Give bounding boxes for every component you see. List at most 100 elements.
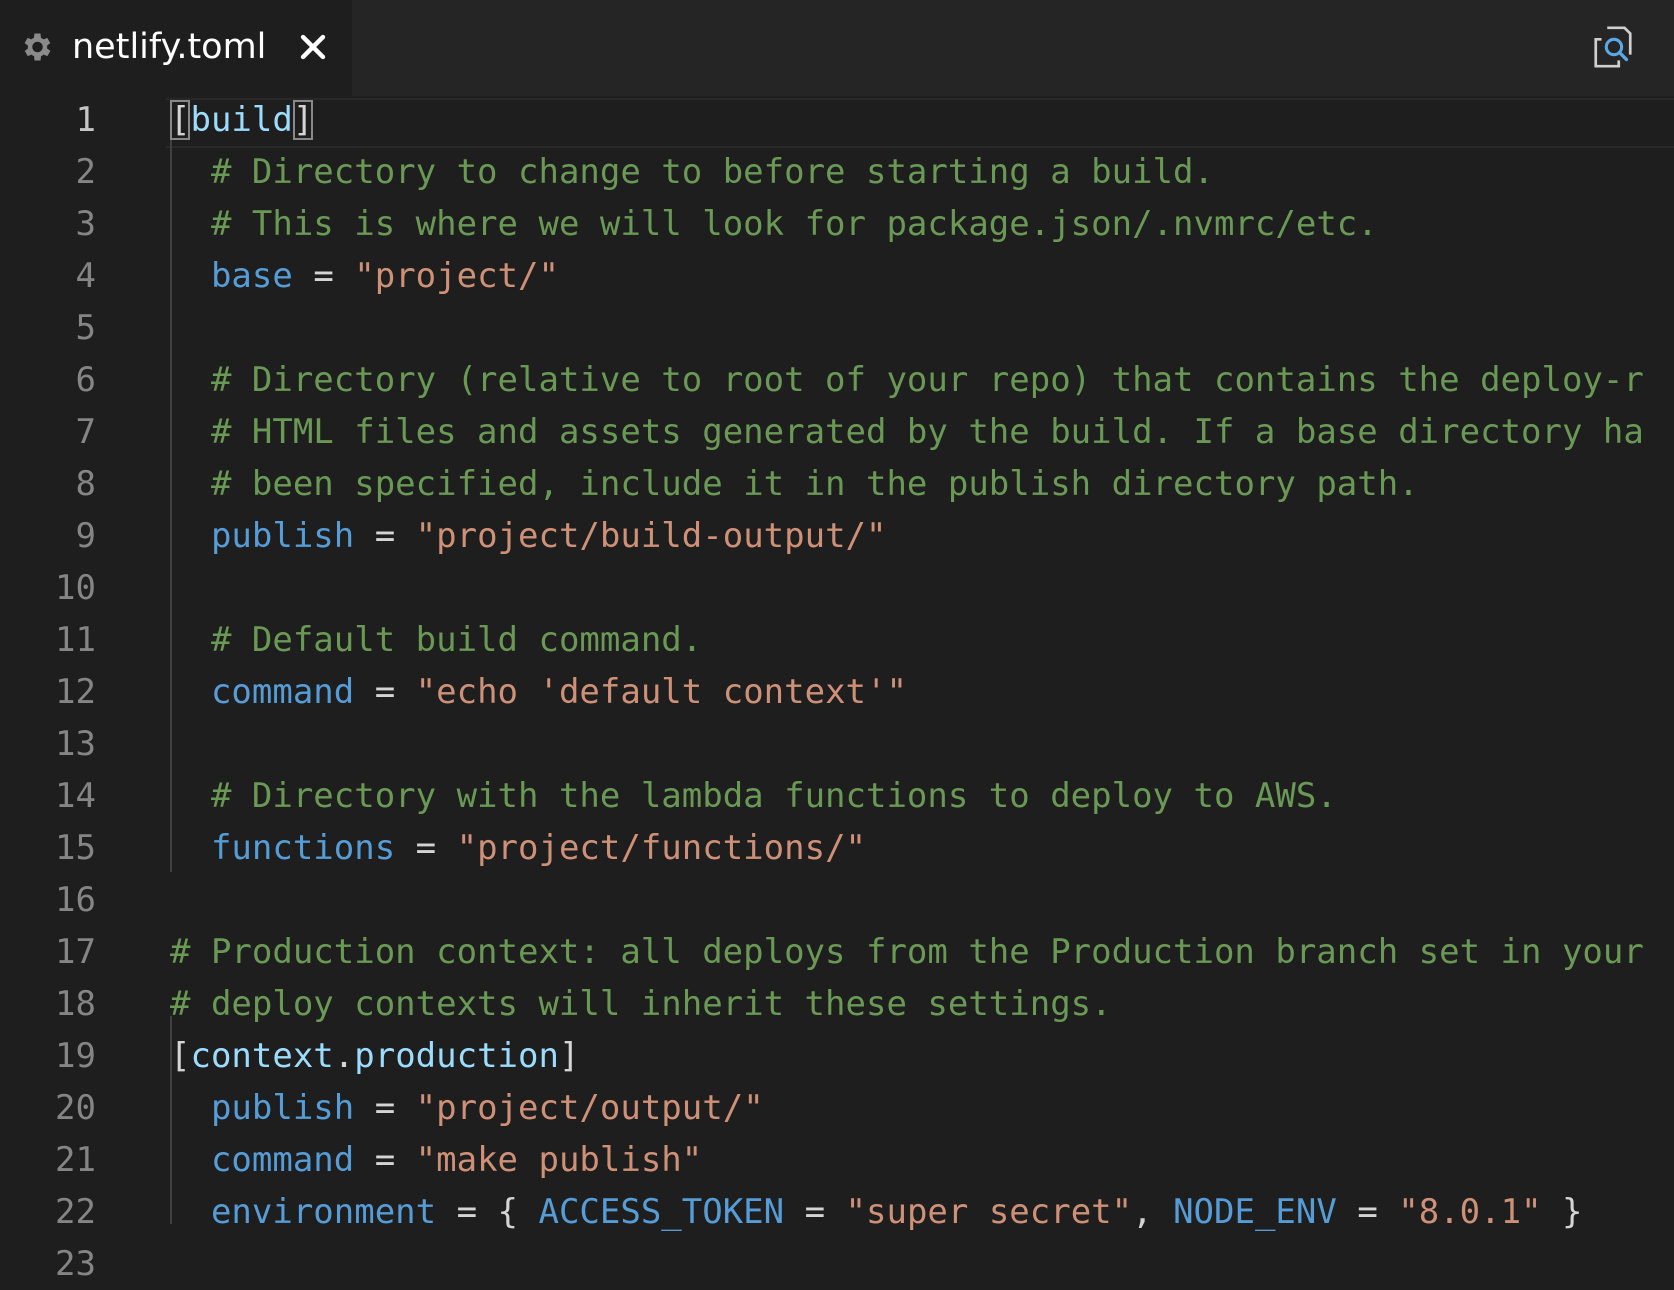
code-token: ] <box>292 100 314 140</box>
code-line[interactable]: 7 # HTML files and assets generated by t… <box>0 406 1674 458</box>
tab-title: netlify.toml <box>72 27 267 67</box>
code-line[interactable]: 13 <box>0 718 1674 770</box>
code-token: NODE_ENV <box>1173 1192 1337 1232</box>
line-number: 4 <box>75 256 96 296</box>
code-token: # Directory (relative to root of your re… <box>210 360 1644 400</box>
code-line[interactable]: 18 # deploy contexts will inherit these s… <box>0 978 1674 1030</box>
line-number: 3 <box>75 204 96 244</box>
line-number: 1 <box>75 100 96 140</box>
code-line[interactable]: 6 # Directory (relative to root of your … <box>0 354 1674 406</box>
code-text: # Production context: all deploys from t… <box>170 926 1644 978</box>
code-token: publish <box>210 1088 355 1128</box>
code-text: # deploy contexts will inherit these set… <box>170 978 1112 1030</box>
code-token: "super secret" <box>845 1192 1133 1232</box>
code-text: # been specified, include it in the publ… <box>170 458 1419 510</box>
code-text: # Directory (relative to root of your re… <box>170 354 1644 406</box>
code-text: # Default build command. <box>170 614 702 666</box>
code-token: = <box>1336 1192 1399 1232</box>
code-line[interactable]: 10 <box>0 562 1674 614</box>
line-number: 15 <box>55 828 96 868</box>
code-line[interactable]: 22 environment = { ACCESS_TOKEN = "super… <box>0 1186 1674 1238</box>
code-token: ACCESS_TOKEN <box>538 1192 785 1232</box>
code-line[interactable]: 2 # Directory to change to before starti… <box>0 146 1674 198</box>
code-line[interactable]: 20 publish = "project/output/" <box>0 1082 1674 1134</box>
code-text: [context.production] <box>170 1030 579 1082</box>
code-token: # been specified, include it in the publ… <box>210 464 1419 504</box>
code-token: functions <box>210 828 396 868</box>
code-line[interactable]: 23 <box>0 1238 1674 1290</box>
code-token: = <box>354 516 416 556</box>
line-number: 9 <box>75 516 96 556</box>
code-token: ] <box>558 1036 580 1076</box>
code-token: = <box>784 1192 846 1232</box>
code-text: # This is where we will look for package… <box>170 198 1378 250</box>
line-number: 10 <box>55 568 96 608</box>
code-token: build <box>190 100 293 140</box>
code-token: # Directory with the lambda functions to… <box>210 776 1337 816</box>
code-text: # Directory to change to before starting… <box>170 146 1214 198</box>
line-number: 17 <box>55 932 96 972</box>
code-token: = <box>292 256 355 296</box>
code-line[interactable]: 4 base = "project/" <box>0 250 1674 302</box>
close-icon[interactable] <box>296 30 330 64</box>
code-token: = <box>354 1140 416 1180</box>
code-line[interactable]: 14 # Directory with the lambda functions… <box>0 770 1674 822</box>
code-text: # HTML files and assets generated by the… <box>170 406 1644 458</box>
gear-icon <box>24 33 51 61</box>
line-number: 22 <box>55 1192 96 1232</box>
code-token: context <box>190 1036 334 1076</box>
code-line[interactable]: 17 # Production context: all deploys from… <box>0 926 1674 978</box>
code-line[interactable]: 8 # been specified, include it in the pu… <box>0 458 1674 510</box>
code-text: [build] <box>170 94 314 146</box>
code-token: "make publish" <box>415 1140 703 1180</box>
code-line[interactable]: 9 publish = "project/build-output/" <box>0 510 1674 562</box>
code-text: publish = "project/output/" <box>170 1082 764 1134</box>
code-line[interactable]: 12 command = "echo 'default context'" <box>0 666 1674 718</box>
code-line[interactable]: 19 [context.production] <box>0 1030 1674 1082</box>
code-token: command <box>210 1140 355 1180</box>
line-number: 11 <box>55 620 96 660</box>
vertical-scrollbar[interactable] <box>1668 96 1674 1284</box>
code-token: "project/" <box>354 256 559 296</box>
code-token: base <box>210 256 293 296</box>
code-line[interactable]: 1 [build] <box>0 94 1674 146</box>
code-token: "project/build-output/" <box>415 516 887 556</box>
code-token: = <box>354 1088 416 1128</box>
code-token: [ <box>170 100 191 140</box>
code-line[interactable]: 3 # This is where we will look for packa… <box>0 198 1674 250</box>
code-line[interactable]: 11 # Default build command. <box>0 614 1674 666</box>
tab-bar: netlify.toml <box>0 0 1674 96</box>
line-number: 2 <box>75 152 96 192</box>
code-line[interactable]: 15 functions = "project/functions/" <box>0 822 1674 874</box>
code-line[interactable]: 21 command = "make publish" <box>0 1134 1674 1186</box>
code-token: "8.0.1" <box>1398 1192 1542 1232</box>
code-token: , <box>1132 1192 1174 1232</box>
code-line[interactable]: 5 <box>0 302 1674 354</box>
code-token: [ <box>170 1036 191 1076</box>
code-token: = { <box>436 1192 539 1232</box>
code-token: } <box>1541 1192 1583 1232</box>
line-number: 23 <box>55 1244 96 1284</box>
code-text: functions = "project/functions/" <box>170 822 866 874</box>
code-token: environment <box>210 1192 437 1232</box>
line-number: 14 <box>55 776 96 816</box>
code-token: production <box>354 1036 559 1076</box>
line-number: 7 <box>75 412 96 452</box>
code-text: # Directory with the lambda functions to… <box>170 770 1337 822</box>
tab-netlify-toml[interactable]: netlify.toml <box>0 0 352 96</box>
line-number: 6 <box>75 360 96 400</box>
line-number: 8 <box>75 464 96 504</box>
line-number: 19 <box>55 1036 96 1076</box>
code-token: "project/functions/" <box>456 828 867 868</box>
code-editor[interactable]: 1 [build] 2 # Directory to change to befor… <box>0 96 1674 1284</box>
code-line[interactable]: 16 <box>0 874 1674 926</box>
line-number: 20 <box>55 1088 96 1128</box>
search-icon[interactable] <box>1590 24 1636 70</box>
